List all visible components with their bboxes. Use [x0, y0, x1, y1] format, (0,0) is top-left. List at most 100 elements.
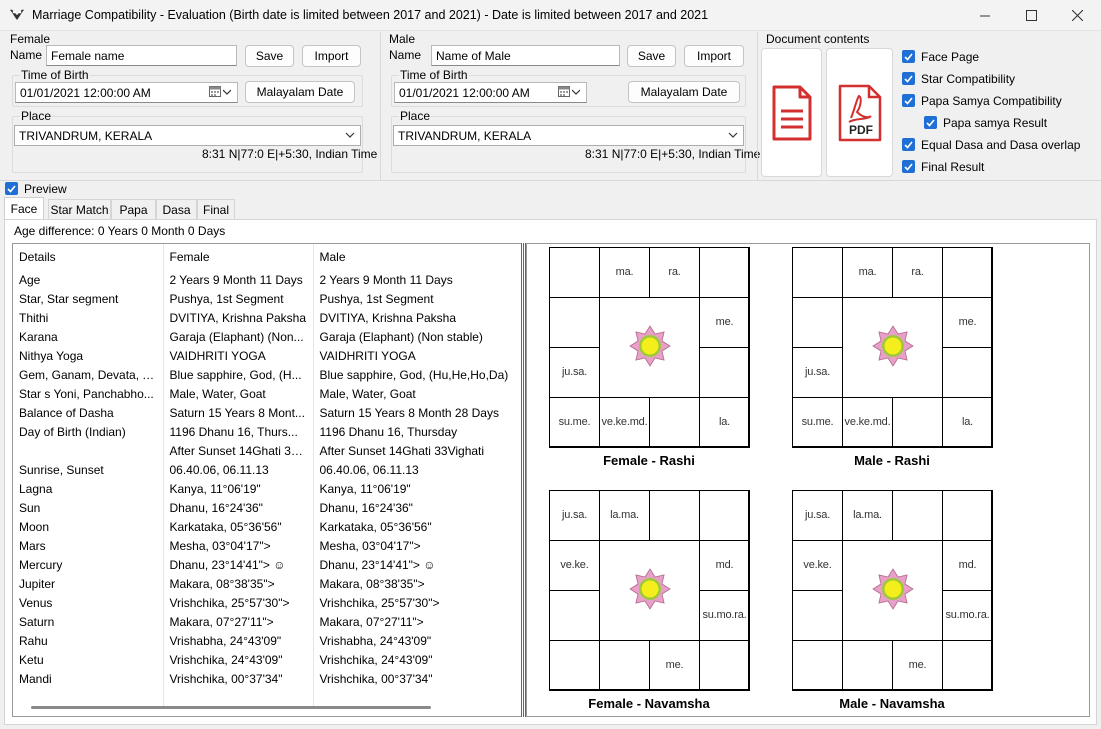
- chart-title: Male - Navamsha: [839, 696, 945, 711]
- female-malayalam-date-button[interactable]: Malayalam Date: [245, 81, 355, 103]
- close-button[interactable]: [1054, 0, 1100, 31]
- table-row[interactable]: Lagna Kanya, 11°06'19" Kanya, 11°06'19": [13, 479, 521, 498]
- checkbox-checked-icon[interactable]: [924, 116, 937, 129]
- table-cell: Makara, 07°27'11">: [313, 612, 521, 631]
- details-table[interactable]: Details Female Male Age 2 Years 9 Month 1…: [12, 243, 522, 717]
- panel-separator: [757, 32, 758, 180]
- calendar-dropdown-icon[interactable]: [558, 86, 580, 97]
- table-row[interactable]: Nithya Yoga VAIDHRITI YOGA VAIDHRITI YOGA: [13, 346, 521, 365]
- column-header[interactable]: Male: [313, 244, 521, 270]
- table-row[interactable]: Star, Star segment Pushya, 1st Segment Pus…: [13, 289, 521, 308]
- table-cell: Age: [13, 270, 164, 289]
- table-cell: Sun: [13, 498, 164, 517]
- pdf-export-button[interactable]: PDF: [826, 48, 893, 177]
- male-import-button[interactable]: Import: [684, 45, 744, 67]
- table-row[interactable]: Mandi Vrishchika, 00°37'34" Vrishchika, 00…: [13, 669, 521, 688]
- table-cell: Star, Star segment: [13, 289, 164, 308]
- checkbox-checked-icon[interactable]: [902, 138, 915, 151]
- table-row[interactable]: Sun Dhanu, 16°24'36" Dhanu, 16°24'36": [13, 498, 521, 517]
- table-row[interactable]: Mercury Dhanu, 23°14'41"> ☺ Dhanu, 23°14'4…: [13, 555, 521, 574]
- tab-dasa[interactable]: Dasa: [156, 199, 197, 219]
- male-datetime-picker[interactable]: 01/01/2021 12:00:00 AM: [394, 82, 587, 103]
- chart-house-cell: [649, 490, 700, 541]
- table-cell: VAIDHRITI YOGA: [313, 346, 521, 365]
- chart-title: Male - Rashi: [854, 453, 930, 468]
- chart-house-cell: md.: [942, 540, 993, 591]
- checkbox-checked-icon[interactable]: [902, 72, 915, 85]
- table-cell: Blue sapphire, God, (H...: [163, 365, 314, 384]
- chart-house-cell: ve.ke.: [792, 540, 843, 591]
- table-row[interactable]: Moon Karkataka, 05°36'56" Karkataka, 05°36…: [13, 517, 521, 536]
- divider: [0, 180, 1101, 181]
- close-icon: [1071, 10, 1083, 21]
- male-place-combo[interactable]: TRIVANDRUM, KERALA: [393, 125, 744, 146]
- female-name-input[interactable]: Female name: [46, 45, 237, 66]
- panel-separator: [380, 32, 381, 180]
- table-row[interactable]: After Sunset 14Ghati 33... After Sunset 1…: [13, 441, 521, 460]
- table-row[interactable]: Mars Mesha, 03°04'17"> Mesha, 03°04'17">: [13, 536, 521, 555]
- chart-house-cell: ju.sa.: [792, 490, 843, 541]
- checkbox-checked-icon[interactable]: [5, 182, 18, 195]
- tab-papa[interactable]: Papa: [111, 199, 156, 219]
- table-row[interactable]: Sunrise, Sunset 06.40.06, 06.11.13 06.40.0…: [13, 460, 521, 479]
- word-document-button[interactable]: [761, 48, 822, 177]
- checkbox-checked-icon[interactable]: [902, 160, 915, 173]
- female-datetime-picker[interactable]: 01/01/2021 12:00:00 AM: [15, 82, 238, 103]
- astro-chart: ju.sa. la.ma. md. su.mo.ra. me. ve.ke.: [549, 490, 750, 691]
- table-cell: Vrishchika, 24°43'09": [313, 650, 521, 669]
- chart-house-cell: [549, 297, 600, 348]
- table-row[interactable]: Ketu Vrishchika, 24°43'09" Vrishchika, 24°…: [13, 650, 521, 669]
- astro-chart: ma. ra. me. la. ve.ke.md. su.me. ju.sa.: [549, 247, 750, 448]
- table-cell: Vrishchika, 00°37'34": [163, 669, 314, 688]
- chart-house-cell: ma.: [842, 247, 893, 298]
- tab-final[interactable]: Final: [197, 199, 235, 219]
- column-header[interactable]: Details: [13, 244, 164, 270]
- horizontal-scrollbar[interactable]: [31, 706, 431, 709]
- male-malayalam-date-button[interactable]: Malayalam Date: [628, 81, 740, 103]
- table-row[interactable]: Thithi DVITIYA, Krishna Paksha DVITIYA, Kr…: [13, 308, 521, 327]
- table-row[interactable]: Venus Vrishchika, 25°57'30"> Vrishchika, 2…: [13, 593, 521, 612]
- maximize-button[interactable]: [1008, 0, 1054, 31]
- checkbox-checked-icon[interactable]: [902, 94, 915, 107]
- table-cell: Karana: [13, 327, 164, 346]
- table-row[interactable]: Gem, Ganam, Devata, T... Blue sapphire, G…: [13, 365, 521, 384]
- male-section-label: Male: [389, 32, 416, 46]
- table-cell: Moon: [13, 517, 164, 536]
- table-row[interactable]: Rahu Vrishabha, 24°43'09" Vrishabha, 24°43…: [13, 631, 521, 650]
- table-cell: After Sunset 14Ghati 33Vighati: [313, 441, 521, 460]
- table-row[interactable]: Jupiter Makara, 08°38'35"> Makara, 08°38'3…: [13, 574, 521, 593]
- table-row[interactable]: Day of Birth (Indian) 1196 Dhanu 16, Thur…: [13, 422, 521, 441]
- table-cell: Karkataka, 05°36'56": [163, 517, 314, 536]
- male-save-button[interactable]: Save: [627, 45, 676, 67]
- table-cell: Mesha, 03°04'17">: [313, 536, 521, 555]
- chart-house-cell: ve.ke.md.: [842, 397, 893, 448]
- table-row[interactable]: Karana Garaja (Elaphant) (Non... Garaja (E…: [13, 327, 521, 346]
- table-row[interactable]: Saturn Makara, 07°27'11"> Makara, 07°27'11…: [13, 612, 521, 631]
- female-save-button[interactable]: Save: [245, 45, 294, 67]
- table-row[interactable]: Balance of Dasha Saturn 15 Years 8 Mont..…: [13, 403, 521, 422]
- table-cell: [313, 688, 521, 707]
- sun-icon: [872, 568, 914, 610]
- chart-house-cell: [842, 640, 893, 691]
- table-row[interactable]: Age 2 Years 9 Month 11 Days 2 Years 9 Mont…: [13, 270, 521, 289]
- chevron-down-icon: [572, 89, 580, 95]
- tab-star-match[interactable]: Star Match: [48, 199, 111, 219]
- chart-house-cell: [549, 247, 600, 298]
- tab-face[interactable]: Face: [4, 197, 44, 219]
- table-cell: Dhanu, 23°14'41"> ☺: [313, 555, 521, 574]
- table-cell: DVITIYA, Krishna Paksha: [163, 308, 314, 327]
- chart-house-cell: [942, 490, 993, 541]
- option-label: Papa samya Result: [943, 116, 1048, 130]
- column-header[interactable]: Female: [163, 244, 314, 270]
- table-row[interactable]: Star s Yoni, Panchabho... Male, Water, Go…: [13, 384, 521, 403]
- calendar-dropdown-icon[interactable]: [209, 86, 231, 97]
- chart-house-cell: [942, 640, 993, 691]
- chart-house-cell: la.ma.: [599, 490, 650, 541]
- female-import-button[interactable]: Import: [302, 45, 361, 67]
- male-name-input[interactable]: Name of Male: [431, 45, 620, 66]
- female-coords: 8:31 N|77:0 E|+5:30, Indian Time: [202, 147, 378, 161]
- female-place-combo[interactable]: TRIVANDRUM, KERALA: [14, 125, 361, 146]
- minimize-button[interactable]: [962, 0, 1008, 31]
- chart-house-cell: [792, 247, 843, 298]
- checkbox-checked-icon[interactable]: [902, 50, 915, 63]
